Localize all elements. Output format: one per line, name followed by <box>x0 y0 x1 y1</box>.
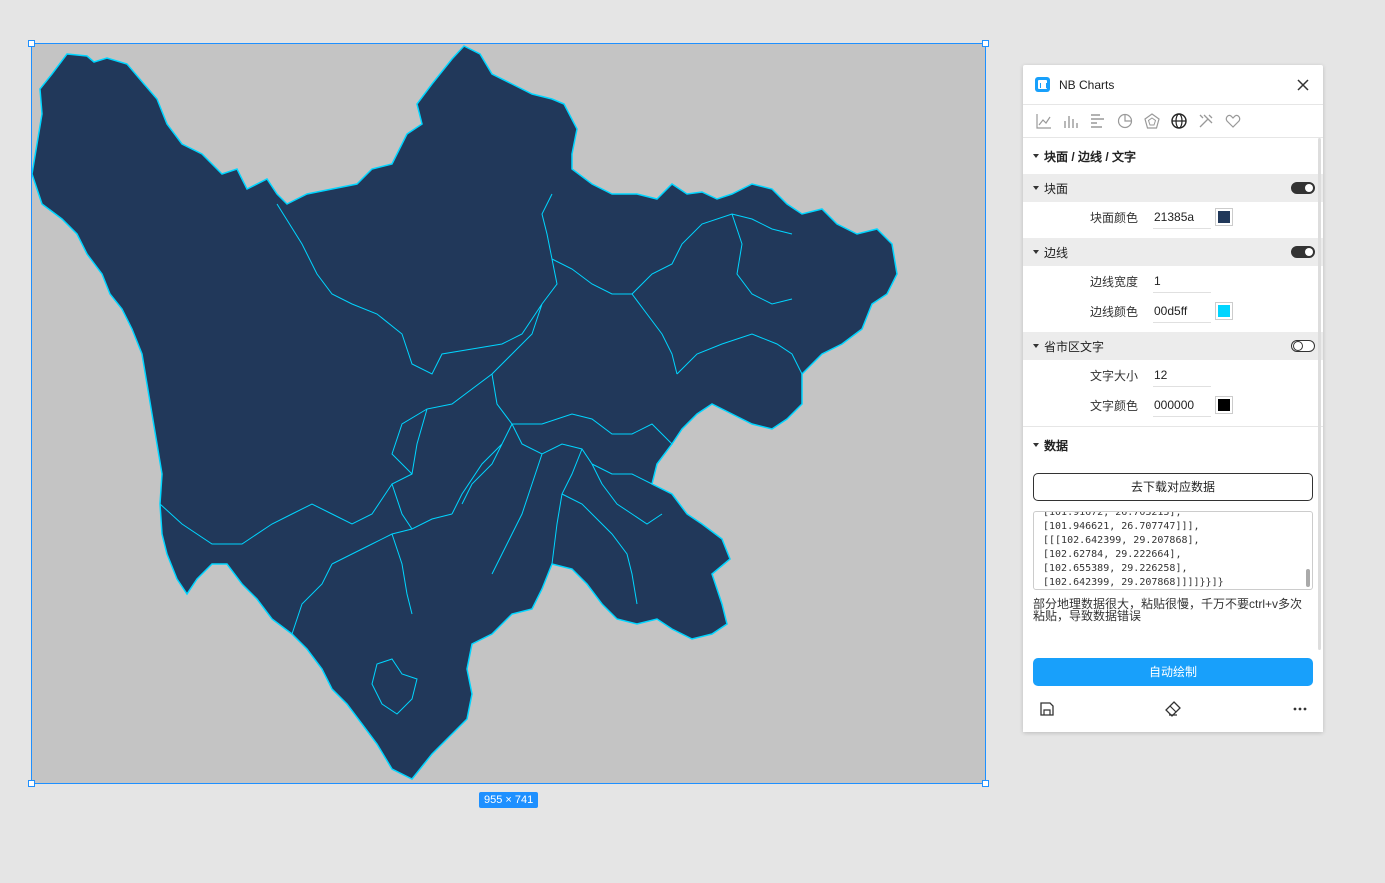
resize-handle-top-right[interactable] <box>982 40 989 47</box>
geojson-textarea[interactable]: [101.91672, 26.703213], [101.946621, 26.… <box>1033 511 1313 590</box>
tab-horizontal-bar[interactable] <box>1089 112 1107 130</box>
text-size-input[interactable]: 12 <box>1153 363 1211 387</box>
border-width-label: 边线宽度 <box>1090 274 1139 289</box>
resize-handle-bottom-left[interactable] <box>28 780 35 787</box>
pie-chart-icon <box>1117 113 1133 129</box>
section-style[interactable]: 块面 / 边线 / 文字 <box>1023 138 1323 174</box>
map-canvas-frame[interactable] <box>28 40 989 787</box>
border-color-swatch[interactable] <box>1215 302 1233 320</box>
tab-favorite[interactable] <box>1224 112 1242 130</box>
border-width-input[interactable]: 1 <box>1153 269 1211 293</box>
sichuan-map <box>32 45 898 780</box>
eraser-icon[interactable] <box>1164 700 1182 718</box>
section-data-title: 数据 <box>1044 438 1069 453</box>
frame-size-badge: 955 × 741 <box>479 792 539 808</box>
block-subheader[interactable]: 块面 <box>1023 174 1323 202</box>
border-toggle[interactable] <box>1291 246 1315 258</box>
border-label: 边线 <box>1044 245 1069 260</box>
tools-icon <box>1199 114 1213 128</box>
panel-footer: 自动绘制 <box>1023 650 1323 732</box>
text-subheader[interactable]: 省市区文字 <box>1023 332 1323 360</box>
caret-down-icon <box>1033 344 1039 348</box>
section-data[interactable]: 数据 <box>1023 427 1323 463</box>
resize-handle-bottom-right[interactable] <box>982 780 989 787</box>
block-color-swatch[interactable] <box>1215 208 1233 226</box>
map-outline <box>32 45 898 780</box>
panel-header: NB Charts <box>1023 65 1323 105</box>
save-icon[interactable] <box>1039 701 1055 717</box>
tab-bar-chart[interactable] <box>1062 112 1080 130</box>
data-line: [[[102.642399, 29.207868], <box>1043 535 1200 546</box>
data-line: [102.62784, 29.222664], <box>1043 549 1182 560</box>
border-color-input[interactable]: 00d5ff <box>1153 299 1211 323</box>
globe-icon <box>1171 113 1187 129</box>
block-color-row: 块面颜色 21385a <box>1023 202 1323 232</box>
data-line: [101.91672, 26.703213], <box>1043 511 1182 518</box>
heart-icon <box>1225 114 1241 128</box>
data-line: [102.642399, 29.207868]]]]}}]} <box>1043 577 1224 588</box>
border-width-row: 边线宽度 1 <box>1023 266 1323 296</box>
block-toggle[interactable] <box>1291 182 1315 194</box>
panel-scroll-area[interactable]: 块面 / 边线 / 文字 块面 块面颜色 21385a 边线 边线宽度 1 边线… <box>1023 138 1323 650</box>
tab-line-chart[interactable] <box>1035 112 1053 130</box>
data-line: [102.655389, 29.226258], <box>1043 563 1188 574</box>
line-chart-icon <box>1036 114 1051 129</box>
plugin-panel: NB Charts 块面 / 边线 / 文字 块面 块面颜色 21385a 边线… <box>1023 65 1323 732</box>
resize-handle-top-left[interactable] <box>28 40 35 47</box>
horizontal-bar-icon <box>1091 114 1104 128</box>
caret-down-icon <box>1033 186 1039 190</box>
caret-down-icon <box>1033 250 1039 254</box>
caret-down-icon <box>1033 154 1039 158</box>
text-toggle[interactable] <box>1291 340 1315 352</box>
text-color-row: 文字颜色 000000 <box>1023 390 1323 420</box>
auto-draw-button[interactable]: 自动绘制 <box>1033 658 1313 686</box>
more-icon[interactable] <box>1292 701 1308 717</box>
bar-chart-icon <box>1064 116 1078 128</box>
caret-down-icon <box>1033 443 1039 447</box>
text-color-swatch[interactable] <box>1215 396 1233 414</box>
chart-type-tabbar <box>1023 105 1323 138</box>
tab-pie-chart[interactable] <box>1116 112 1134 130</box>
block-color-input[interactable]: 21385a <box>1153 205 1211 229</box>
block-color-label: 块面颜色 <box>1090 210 1139 225</box>
text-color-input[interactable]: 000000 <box>1153 393 1211 417</box>
text-size-row: 文字大小 12 <box>1023 360 1323 390</box>
border-color-row: 边线颜色 00d5ff <box>1023 296 1323 326</box>
data-line: [101.946621, 26.707747]]], <box>1043 521 1200 532</box>
text-size-label: 文字大小 <box>1090 368 1139 383</box>
map-region-group <box>32 45 898 780</box>
text-color-label: 文字颜色 <box>1090 398 1139 413</box>
data-warning-text: 部分地理数据很大，粘贴很慢，千万不要ctrl+v多次粘贴，导致数据错误 <box>1033 597 1303 623</box>
tab-radar-chart[interactable] <box>1143 112 1161 130</box>
border-subheader[interactable]: 边线 <box>1023 238 1323 266</box>
section-style-title: 块面 / 边线 / 文字 <box>1044 149 1137 164</box>
text-label: 省市区文字 <box>1044 339 1105 354</box>
panel-scrollbar[interactable] <box>1318 138 1321 650</box>
download-data-button[interactable]: 去下载对应数据 <box>1033 473 1313 501</box>
app-logo-icon <box>1035 77 1050 92</box>
close-icon[interactable] <box>1295 77 1311 93</box>
tab-map[interactable] <box>1170 112 1188 130</box>
border-color-label: 边线颜色 <box>1090 304 1139 319</box>
tab-tools[interactable] <box>1197 112 1215 130</box>
panel-title: NB Charts <box>1059 77 1115 92</box>
radar-chart-icon <box>1144 113 1160 129</box>
textarea-scrollbar[interactable] <box>1306 569 1310 587</box>
block-label: 块面 <box>1044 181 1069 196</box>
